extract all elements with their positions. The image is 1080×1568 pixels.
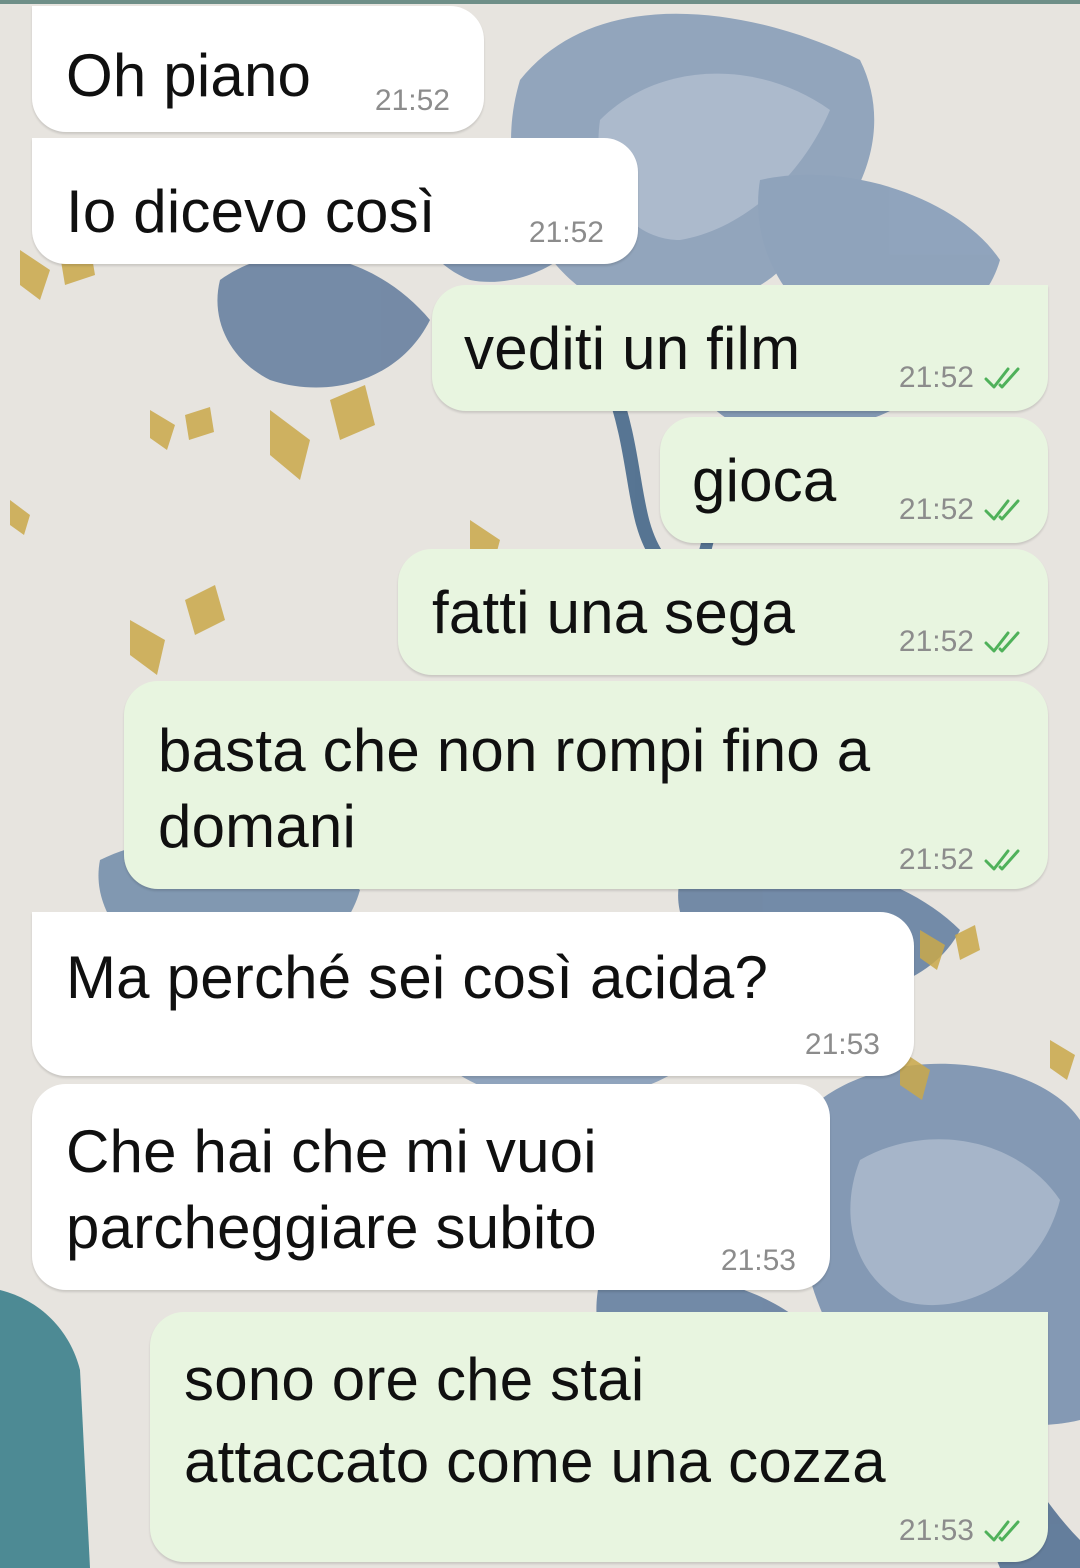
double-check-icon [984,1520,1020,1542]
double-check-icon [984,849,1020,871]
message-bubble-incoming[interactable]: Ma perché sei così acida? 21:53 [32,912,914,1076]
message-timestamp-row: 21:52 [899,625,1028,659]
message-timestamp: 21:52 [528,216,604,249]
message-bubble-outgoing[interactable]: sono ore che stai attaccato come una coz… [150,1312,1048,1562]
message-timestamp-row: 21:52 [899,361,1028,395]
message-bubble-incoming[interactable]: Che hai che mi vuoi parcheggiare subito … [32,1084,830,1290]
double-check-icon [984,499,1020,521]
message-bubble-outgoing[interactable]: vediti un film 21:52 [432,285,1048,411]
message-text: Oh piano [66,42,312,109]
message-text-line: basta che non rompi fino a [158,717,871,784]
message-bubble-outgoing[interactable]: fatti una sega 21:52 [398,549,1048,675]
message-bubble-incoming[interactable]: Oh piano 21:52 [32,6,484,132]
message-text: gioca [692,447,837,514]
message-text-line: attaccato come una cozza [184,1428,886,1495]
message-bubble-outgoing[interactable]: gioca 21:52 [660,417,1048,543]
message-timestamp: 21:52 [374,84,450,117]
message-timestamp-row: 21:52 [529,216,604,250]
double-check-icon [984,367,1020,389]
message-timestamp: 21:52 [898,625,974,658]
message-text: Io dicevo così [66,178,436,245]
message-bubble-outgoing[interactable]: basta che non rompi fino a domani 21:52 [124,681,1048,889]
message-text-line: parcheggiare subito [66,1194,597,1261]
message-timestamp-row: 21:53 [899,1514,1028,1548]
message-text: Ma perché sei così acida? [66,944,769,1011]
message-timestamp-row: 21:52 [375,84,450,118]
message-text-line: Che hai che mi vuoi [66,1118,597,1185]
message-timestamp: 21:52 [898,843,974,876]
chat-message-list[interactable]: Oh piano 21:52 Io dicevo così 21:52 vedi… [0,0,1080,1568]
message-text-line: sono ore che stai [184,1346,645,1413]
message-timestamp: 21:53 [804,1028,880,1061]
message-timestamp-row: 21:53 [721,1244,796,1278]
message-text: fatti una sega [432,579,796,646]
message-timestamp-row: 21:52 [899,493,1028,527]
message-timestamp-row: 21:52 [899,843,1028,877]
message-timestamp: 21:52 [898,493,974,526]
message-timestamp-row: 21:53 [805,1028,880,1062]
message-bubble-incoming[interactable]: Io dicevo così 21:52 [32,138,638,264]
message-timestamp: 21:53 [898,1514,974,1547]
message-timestamp: 21:53 [720,1244,796,1277]
message-text: vediti un film [464,315,801,382]
double-check-icon [984,631,1020,653]
message-timestamp: 21:52 [898,361,974,394]
message-text-line: domani [158,793,356,860]
